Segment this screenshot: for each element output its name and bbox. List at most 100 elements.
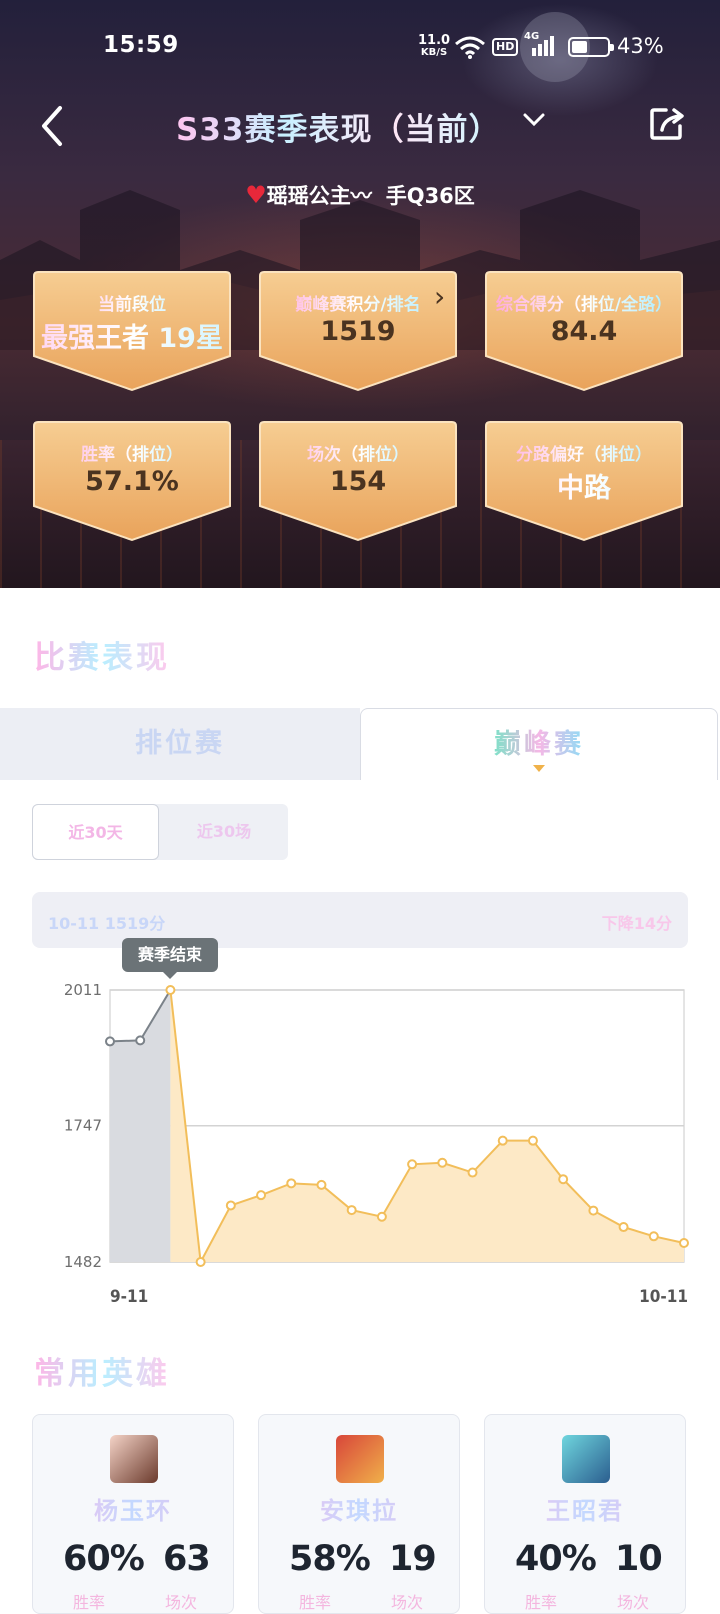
net-speed-value: 11.0 (418, 33, 451, 48)
y-tick-label: 1747 (64, 1117, 102, 1135)
signal-bars (532, 36, 554, 56)
battery-icon (568, 37, 614, 57)
segment-30-games[interactable]: 近30场 (160, 804, 288, 860)
segment-30-days[interactable]: 近30天 (32, 804, 159, 860)
y-tick-label: 1482 (64, 1253, 102, 1271)
hero-name: 杨玉环 (33, 1491, 233, 1526)
data-point (195, 1257, 206, 1267)
stat-card-0: 当前段位 最强王者 19星 (32, 270, 232, 394)
range-segment: 近30天 近30场 (32, 804, 288, 860)
hero-card[interactable]: 王昭君 40% 10 胜率 场次 (484, 1414, 686, 1614)
data-point (588, 1205, 599, 1216)
data-point (376, 1211, 387, 1222)
stat-label: 场次（排位） (258, 440, 458, 465)
back-arrow-icon[interactable] (38, 104, 66, 148)
data-point (346, 1205, 357, 1216)
data-point (558, 1174, 569, 1185)
win-rate-label: 胜率 (73, 1593, 106, 1612)
data-point (407, 1159, 418, 1170)
games-label: 场次 (391, 1593, 424, 1612)
stat-value: 84.4 (550, 316, 618, 347)
server-name: 手Q36区 (385, 184, 475, 208)
peak-score-chart: 2011 1747 1482 9-11 10-11 (64, 981, 689, 1307)
score-change: 下降14分 (601, 914, 672, 933)
hero-avatar (336, 1435, 384, 1483)
data-point (527, 1135, 538, 1146)
win-rate-label: 胜率 (525, 1593, 558, 1612)
stat-label: 综合得分（排位/全路） (484, 290, 684, 315)
data-point (437, 1157, 448, 1168)
stat-label: 当前段位 (32, 290, 232, 315)
x-tick-label: 9-11 (110, 1287, 148, 1307)
stat-card-5: 分路偏好（排位） 中路 (484, 420, 684, 544)
stat-value: 154 (329, 466, 387, 497)
mode-tabs: 排位赛 巅峰赛 (0, 708, 720, 780)
battery-fill (572, 41, 587, 53)
player-name: 瑶瑶公主 (266, 184, 351, 208)
hero-games: 19 (389, 1539, 437, 1579)
data-point (497, 1135, 508, 1146)
tab-active-indicator (533, 765, 545, 772)
hero-name: 王昭君 (485, 1491, 685, 1526)
data-point (135, 1035, 146, 1046)
net-speed-unit: KB/S (420, 47, 448, 58)
hero-avatar (562, 1435, 610, 1483)
hero-avatar (110, 1435, 158, 1483)
stat-label: 胜率（排位） (32, 440, 232, 465)
stat-value: 57.1% (85, 466, 179, 497)
hero-name: 安琪拉 (259, 1491, 459, 1526)
score-date-value: 10-11 1519分 (48, 914, 166, 933)
stat-value: 最强王者 19星 (32, 316, 232, 355)
y-tick-label: 2011 (64, 981, 102, 999)
share-icon[interactable] (648, 104, 688, 144)
hero-games: 63 (163, 1539, 211, 1579)
data-point (105, 1036, 115, 1047)
hero-card[interactable]: 安琪拉 58% 19 胜率 场次 (258, 1414, 460, 1614)
heart-icon: ♥ (245, 181, 267, 209)
hd-icon: HD (492, 38, 519, 56)
stat-card-3: 胜率（排位） 57.1% (32, 420, 232, 544)
hero-card[interactable]: 杨玉环 60% 63 胜率 场次 (32, 1414, 234, 1614)
games-label: 场次 (165, 1593, 198, 1612)
data-point (165, 985, 176, 995)
data-point (316, 1179, 327, 1190)
match-section-title: 比赛表现 (34, 632, 170, 677)
previous-season-area (110, 990, 171, 1262)
data-point (467, 1167, 478, 1178)
data-point (618, 1222, 629, 1233)
games-label: 场次 (617, 1593, 650, 1612)
status-time: 15:59 (103, 32, 179, 58)
stat-card-4: 场次（排位） 154 (258, 420, 458, 544)
battery-tip (610, 44, 614, 51)
stat-label: 分路偏好（排位） (484, 440, 684, 465)
stat-value: 中路 (484, 466, 684, 505)
data-point (679, 1237, 689, 1248)
hero-win-rate: 60% (63, 1539, 145, 1579)
tab-peak-label: 巅峰赛 (494, 729, 584, 760)
chevron-right-icon: › (434, 280, 446, 313)
data-point (225, 1200, 236, 1211)
data-point (256, 1190, 267, 1201)
tab-peak[interactable]: 巅峰赛 (360, 708, 718, 780)
stat-label: 巅峰赛积分/排名 (258, 290, 458, 315)
hero-win-rate: 58% (289, 1539, 371, 1579)
stat-card-2: 综合得分（排位/全路） 84.4 (484, 270, 684, 394)
hero-games: 10 (615, 1539, 663, 1579)
top-nav: S33赛季表现（当前） (0, 100, 720, 160)
tab-ranked[interactable]: 排位赛 (0, 708, 360, 780)
data-point (286, 1178, 297, 1189)
network-speed: 11.0 KB/S (418, 34, 450, 58)
wifi-icon (455, 36, 485, 59)
signal-icon: 4G (524, 32, 560, 58)
data-point (648, 1231, 659, 1242)
player-info: ♥瑶瑶公主〰 手Q36区 (0, 180, 720, 210)
status-bar: 15:59 11.0 KB/S HD 4G 43% (0, 0, 720, 92)
page-title[interactable]: S33赛季表现（当前） (176, 104, 500, 149)
chevron-down-icon[interactable] (522, 112, 546, 128)
stat-card-peak-score[interactable]: 巅峰赛积分/排名 1519 › (258, 270, 458, 394)
hero-win-rate: 40% (515, 1539, 597, 1579)
win-rate-label: 胜率 (299, 1593, 332, 1612)
heroes-section-title: 常用英雄 (34, 1348, 170, 1393)
x-tick-label: 10-11 (639, 1287, 688, 1307)
stat-value: 1519 (320, 316, 396, 347)
